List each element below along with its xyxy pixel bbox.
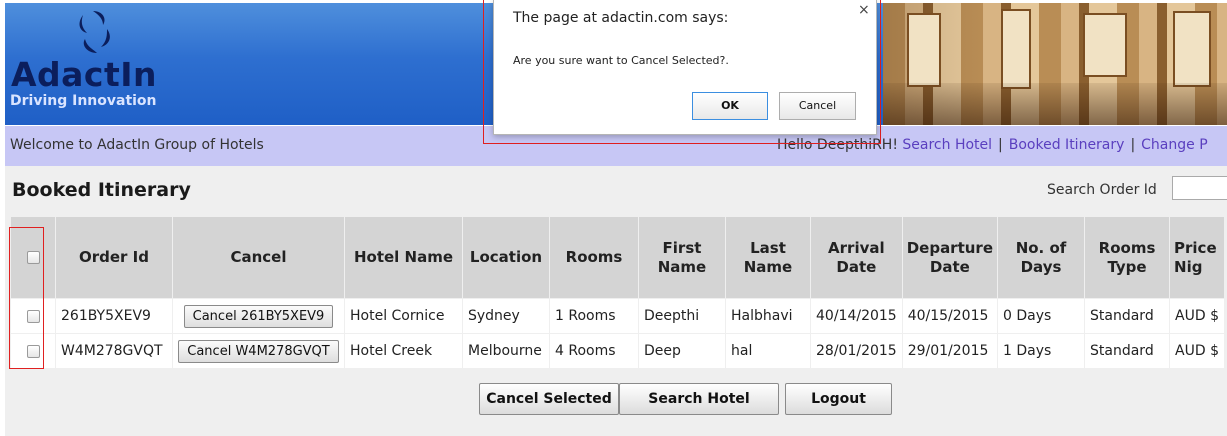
confirm-dialog: The page at adactin.com says: × Are you … <box>493 0 877 135</box>
nav-separator: | <box>1130 137 1136 153</box>
col-hotel-name: Hotel Name <box>345 217 462 298</box>
dialog-title: The page at adactin.com says: <box>513 10 729 26</box>
col-rooms: Rooms <box>550 217 638 298</box>
col-rooms-type: Rooms Type <box>1085 217 1170 298</box>
days-cell: 1 Days <box>998 334 1085 368</box>
table-row: W4M278GVQT Cancel W4M278GVQT Hotel Creek… <box>11 334 1224 368</box>
hotel-lobby-image <box>883 3 1227 125</box>
adactin-logo-icon <box>79 11 110 53</box>
location-cell: Melbourne <box>463 334 549 368</box>
hotel-name-cell: Hotel Cornice <box>345 299 462 333</box>
price-cell: AUD $ <box>1170 299 1224 333</box>
search-order-id-label: Search Order Id <box>1047 182 1157 198</box>
logout-button[interactable]: Logout <box>785 383 892 415</box>
col-first-name: First Name <box>639 217 725 298</box>
cancel-selected-button[interactable]: Cancel Selected <box>479 383 619 415</box>
dialog-ok-button[interactable]: OK <box>692 92 768 120</box>
hotel-name-cell: Hotel Creek <box>345 334 462 368</box>
dialog-message: Are you sure want to Cancel Selected?. <box>513 54 729 67</box>
days-cell: 0 Days <box>998 299 1085 333</box>
page-title: Booked Itinerary <box>12 179 191 201</box>
col-order-id: Order Id <box>56 217 172 298</box>
order-id-cell: 261BY5XEV9 <box>56 299 172 333</box>
nav-link-search-hotel[interactable]: Search Hotel <box>902 137 992 153</box>
arrival-date-cell: 40/14/2015 <box>811 299 902 333</box>
itinerary-table: Order Id Cancel Hotel Name Location Room… <box>10 216 1225 369</box>
col-no-of-days: No. of Days <box>998 217 1085 298</box>
search-hotel-button[interactable]: Search Hotel <box>619 383 779 415</box>
nav-link-booked-itinerary[interactable]: Booked Itinerary <box>1009 137 1125 153</box>
brand-name: AdactIn <box>11 55 158 94</box>
search-order-id-input[interactable] <box>1172 176 1227 200</box>
col-arrival-date: Arrival Date <box>811 217 902 298</box>
last-name-cell: hal <box>726 334 810 368</box>
first-name-cell: Deep <box>639 334 725 368</box>
departure-date-cell: 40/15/2015 <box>902 299 998 333</box>
cancel-cell: Cancel 261BY5XEV9 <box>173 299 344 333</box>
rooms-cell: 4 Rooms <box>550 334 638 368</box>
table-row: 261BY5XEV9 Cancel 261BY5XEV9 Hotel Corni… <box>11 299 1224 333</box>
close-icon[interactable]: × <box>858 2 870 18</box>
room-type-cell: Standard <box>1085 299 1170 333</box>
dialog-cancel-button[interactable]: Cancel <box>779 92 856 120</box>
cancel-order-button[interactable]: Cancel 261BY5XEV9 <box>183 304 334 328</box>
col-price-per-night: Price Nig <box>1170 217 1224 298</box>
room-type-cell: Standard <box>1085 334 1170 368</box>
first-name-cell: Deepthi <box>639 299 725 333</box>
col-cancel: Cancel <box>173 217 344 298</box>
col-last-name: Last Name <box>726 217 810 298</box>
last-name-cell: Halbhavi <box>726 299 810 333</box>
checkbox-highlight-box <box>9 227 44 369</box>
location-cell: Sydney <box>463 299 549 333</box>
brand-tagline: Driving Innovation <box>10 93 157 109</box>
col-departure-date: Departure Date <box>902 217 998 298</box>
cancel-cell: Cancel W4M278GVQT <box>173 334 344 368</box>
nav-separator: | <box>998 137 1003 153</box>
departure-date-cell: 29/01/2015 <box>902 334 998 368</box>
welcome-text: Welcome to AdactIn Group of Hotels <box>10 137 264 153</box>
price-cell: AUD $ <box>1170 334 1224 368</box>
order-id-cell: W4M278GVQT <box>56 334 172 368</box>
rooms-cell: 1 Rooms <box>550 299 638 333</box>
nav-link-change-password[interactable]: Change P <box>1141 137 1208 153</box>
cancel-order-button[interactable]: Cancel W4M278GVQT <box>178 339 339 363</box>
arrival-date-cell: 28/01/2015 <box>811 334 902 368</box>
col-location: Location <box>463 217 549 298</box>
table-header-row: Order Id Cancel Hotel Name Location Room… <box>11 217 1224 298</box>
